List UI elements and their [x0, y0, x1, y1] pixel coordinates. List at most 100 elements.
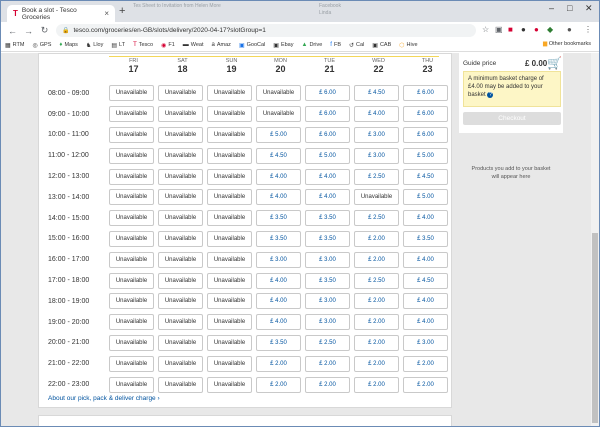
- slot-price-button[interactable]: £ 2.50: [305, 334, 350, 351]
- slot-price-button[interactable]: £ 2.00: [354, 251, 399, 268]
- bookmark-item[interactable]: ◉ F1: [161, 42, 175, 49]
- slot-price-button[interactable]: £ 4.50: [403, 272, 448, 289]
- slot-price-button[interactable]: £ 2.00: [403, 376, 448, 393]
- slot-price-button[interactable]: £ 4.00: [305, 189, 350, 206]
- bookmark-item[interactable]: ▤ LT: [111, 42, 125, 49]
- slot-price-button[interactable]: £ 3.50: [256, 230, 301, 247]
- slot-price-button[interactable]: £ 3.00: [305, 251, 350, 268]
- slot-price-button[interactable]: £ 3.50: [305, 210, 350, 227]
- address-bar[interactable]: 🔒 tesco.com/groceries/en-GB/slots/delive…: [56, 24, 476, 37]
- slot-price-button[interactable]: £ 6.00: [403, 85, 448, 102]
- forward-icon[interactable]: →: [24, 26, 33, 36]
- slot-price-button[interactable]: £ 4.00: [403, 251, 448, 268]
- other-bookmarks[interactable]: ▆ Other bookmarks: [543, 41, 591, 47]
- close-window-icon[interactable]: ✕: [585, 3, 593, 14]
- slot-price-button[interactable]: £ 4.00: [305, 168, 350, 185]
- slot-price-button[interactable]: £ 5.00: [403, 147, 448, 164]
- slot-price-button[interactable]: £ 2.50: [354, 210, 399, 227]
- slot-price-button[interactable]: £ 4.50: [256, 147, 301, 164]
- slot-unavailable: Unavailable: [158, 126, 203, 143]
- extension-icon[interactable]: ●: [534, 25, 539, 34]
- star-icon[interactable]: ☆: [482, 25, 489, 34]
- scrollbar[interactable]: [591, 53, 599, 426]
- slot-price-button[interactable]: £ 2.00: [354, 230, 399, 247]
- scrollbar-thumb[interactable]: [592, 233, 598, 423]
- slot-price-button[interactable]: £ 4.00: [354, 106, 399, 123]
- slot-price-button[interactable]: £ 2.00: [256, 376, 301, 393]
- slot-price-button[interactable]: £ 3.00: [354, 147, 399, 164]
- slot-price-button[interactable]: £ 2.50: [354, 168, 399, 185]
- slot-price-button[interactable]: £ 3.00: [403, 334, 448, 351]
- reload-icon[interactable]: ↻: [40, 25, 49, 36]
- slot-price-button[interactable]: £ 4.00: [256, 293, 301, 310]
- bookmark-item[interactable]: T Tesco: [133, 42, 153, 48]
- slot-price-button[interactable]: £ 3.00: [305, 293, 350, 310]
- menu-icon[interactable]: ⋮: [584, 25, 592, 34]
- extension-icon[interactable]: ▣: [495, 25, 503, 34]
- new-tab-button[interactable]: +: [119, 5, 125, 17]
- slot-price-button[interactable]: £ 4.00: [403, 314, 448, 331]
- basket-icon[interactable]: 🛒: [547, 56, 562, 70]
- slot-price-button[interactable]: £ 3.00: [354, 126, 399, 143]
- slot-price-button[interactable]: £ 2.00: [354, 334, 399, 351]
- slot-price-button[interactable]: £ 2.00: [354, 293, 399, 310]
- slot-price-button[interactable]: £ 3.50: [256, 210, 301, 227]
- slot-price-button[interactable]: £ 4.00: [256, 168, 301, 185]
- bookmark-item[interactable]: a Amaz: [212, 42, 231, 48]
- bookmark-item[interactable]: ▦ RTM: [5, 42, 25, 49]
- bookmark-item[interactable]: ▣ GooCal: [239, 42, 265, 49]
- bookmark-item[interactable]: ⬡ Hive: [399, 42, 417, 49]
- slot-price-button[interactable]: £ 3.50: [403, 230, 448, 247]
- slot-price-button[interactable]: £ 6.00: [403, 126, 448, 143]
- account-icon[interactable]: ●: [567, 25, 572, 34]
- extension-icon[interactable]: ●: [521, 25, 526, 34]
- bookmark-item[interactable]: ▣ Ebay: [273, 42, 293, 49]
- slot-price-button[interactable]: £ 5.00: [403, 189, 448, 206]
- slot-price-button[interactable]: £ 2.00: [354, 355, 399, 372]
- slot-price-button[interactable]: £ 3.00: [305, 314, 350, 331]
- slot-price-button[interactable]: £ 6.00: [403, 106, 448, 123]
- slot-price-button[interactable]: £ 2.00: [354, 314, 399, 331]
- slot-price-button[interactable]: £ 6.00: [305, 126, 350, 143]
- bookmark-item[interactable]: ▣ CAB: [372, 42, 391, 49]
- delivery-charge-link[interactable]: About our pick, pack & deliver charge ›: [48, 395, 160, 402]
- checkout-button[interactable]: Checkout: [463, 112, 561, 125]
- extension-icon[interactable]: ■: [508, 25, 513, 34]
- info-icon[interactable]: ?: [487, 92, 494, 98]
- folder-icon: ▆: [543, 41, 548, 47]
- evernote-icon[interactable]: ◆: [547, 25, 553, 34]
- tab-close-icon[interactable]: ×: [104, 9, 109, 18]
- slot-price-button[interactable]: £ 2.00: [256, 355, 301, 372]
- slot-price-button[interactable]: £ 6.00: [305, 85, 350, 102]
- slot-price-button[interactable]: £ 3.50: [305, 272, 350, 289]
- slot-price-button[interactable]: £ 2.00: [305, 355, 350, 372]
- slot-price-button[interactable]: £ 2.00: [403, 355, 448, 372]
- slot-price-button[interactable]: £ 3.50: [305, 230, 350, 247]
- back-icon[interactable]: ←: [8, 26, 17, 36]
- slot-price-button[interactable]: £ 5.00: [305, 147, 350, 164]
- slot-price-button[interactable]: £ 4.50: [354, 85, 399, 102]
- slot-price-button[interactable]: £ 4.00: [403, 210, 448, 227]
- bookmark-item[interactable]: ▲ Drive: [301, 42, 322, 48]
- slot-price-button[interactable]: £ 6.00: [305, 106, 350, 123]
- slot-price-button[interactable]: £ 3.00: [256, 251, 301, 268]
- minimize-icon[interactable]: –: [549, 3, 554, 13]
- slot-price-button[interactable]: £ 4.00: [403, 293, 448, 310]
- bookmark-item[interactable]: ♦ Maps: [59, 42, 78, 48]
- slot-price-button[interactable]: £ 4.00: [256, 189, 301, 206]
- tab-tesco[interactable]: T Book a slot - Tesco Groceries ×: [7, 5, 115, 22]
- bookmark-item[interactable]: ◎ GPS: [33, 42, 52, 49]
- slot-price-button[interactable]: £ 2.50: [354, 272, 399, 289]
- slot-price-button[interactable]: £ 5.00: [256, 126, 301, 143]
- bookmark-item[interactable]: ↺ Cal: [349, 42, 364, 49]
- slot-price-button[interactable]: £ 4.50: [403, 168, 448, 185]
- slot-price-button[interactable]: £ 2.00: [305, 376, 350, 393]
- bookmark-item[interactable]: ♞ Lloy: [86, 42, 103, 49]
- bookmark-item[interactable]: ▬ Weat: [183, 42, 204, 48]
- bookmark-item[interactable]: f FB: [330, 42, 341, 48]
- slot-price-button[interactable]: £ 3.50: [256, 334, 301, 351]
- slot-price-button[interactable]: £ 4.00: [256, 272, 301, 289]
- maximize-icon[interactable]: □: [567, 3, 572, 13]
- slot-price-button[interactable]: £ 4.00: [256, 314, 301, 331]
- slot-price-button[interactable]: £ 2.00: [354, 376, 399, 393]
